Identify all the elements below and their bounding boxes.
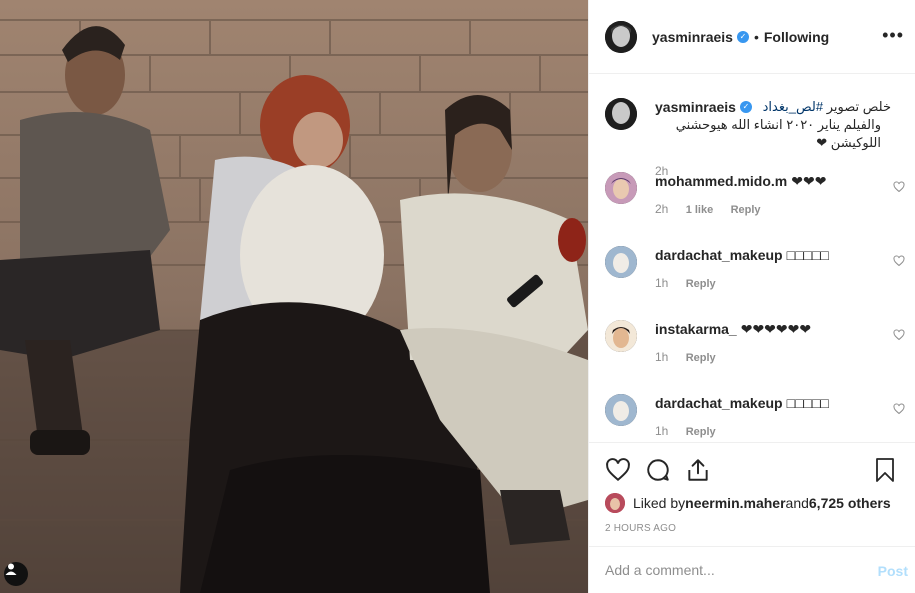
comment-avatar[interactable] <box>605 172 637 204</box>
comment-text: ❤❤❤ <box>791 173 827 189</box>
reply-button[interactable]: Reply <box>686 352 716 364</box>
liker-avatar[interactable] <box>605 493 625 513</box>
caption-line-2: والفيلم يناير ٢٠٢٠ انشاء الله هيوحشني ال… <box>675 117 881 150</box>
caption-body: yasminraeis ✓ خلص تصوير #لص_بغداد والفيل… <box>655 98 891 178</box>
comment-time[interactable]: 2h <box>655 202 668 216</box>
comment-text: □□□□□ <box>786 395 829 411</box>
comment-body: instakarma_ ❤❤❤❤❤❤ 1h Reply <box>655 320 891 364</box>
avatar-image <box>605 320 637 352</box>
comment-avatar[interactable] <box>605 394 637 426</box>
comment-body: dardachat_makeup □□□□□ 1h Reply <box>655 246 891 290</box>
comment-username[interactable]: mohammed.mido.m <box>655 173 787 189</box>
caption-avatar[interactable] <box>605 98 637 130</box>
reply-button[interactable]: Reply <box>731 204 761 216</box>
comment-text: □□□□□ <box>786 247 829 263</box>
avatar-image <box>605 493 625 513</box>
verified-badge-icon: ✓ <box>739 101 752 113</box>
author-username[interactable]: yasminraeis <box>652 29 733 45</box>
verified-badge-icon: ✓ <box>736 30 749 43</box>
author-avatar[interactable] <box>605 20 637 53</box>
reply-button[interactable]: Reply <box>686 278 716 290</box>
caption-username[interactable]: yasminraeis <box>655 98 736 116</box>
person-icon <box>5 563 17 575</box>
post-header: yasminraeis ✓ • Following ••• <box>589 0 915 74</box>
add-comment-bar: Post <box>589 546 915 593</box>
action-icons <box>605 457 905 483</box>
liker-username[interactable]: neermin.maher <box>685 495 785 511</box>
comment-avatar[interactable] <box>605 246 637 278</box>
caption-line-1: خلص تصوير #لص_بغداد <box>762 99 891 114</box>
likes-summary: Liked by neermin.maher and 6,725 others <box>605 493 891 513</box>
like-comment-heart-icon[interactable] <box>893 328 905 344</box>
post-photo-illustration <box>0 0 588 593</box>
likes-middle: and <box>785 495 809 511</box>
avatar-image <box>605 246 637 278</box>
like-comment-heart-icon[interactable] <box>893 180 905 196</box>
comment-meta: 2h 1 like Reply <box>655 202 891 216</box>
avatar-image <box>605 20 637 53</box>
avatar-image <box>605 98 637 130</box>
comment-avatar[interactable] <box>605 320 637 352</box>
comment-input[interactable] <box>605 562 855 578</box>
likes-others-link[interactable]: 6,725 others <box>809 495 891 511</box>
post-actions: Liked by neermin.maher and 6,725 others … <box>589 442 915 546</box>
instagram-post-modal: yasminraeis ✓ • Following ••• yasminraei… <box>0 0 915 593</box>
post-photo[interactable] <box>0 0 588 593</box>
comment-meta: 1h Reply <box>655 350 891 364</box>
post-timestamp[interactable]: 2 HOURS AGO <box>605 523 676 534</box>
post-sidebar: yasminraeis ✓ • Following ••• yasminraei… <box>588 0 915 593</box>
avatar-image <box>605 394 637 426</box>
header-separator: • <box>753 28 759 45</box>
save-bookmark-icon[interactable] <box>873 457 897 486</box>
like-comment-heart-icon[interactable] <box>893 254 905 270</box>
comment-text: ❤❤❤❤❤❤ <box>740 321 812 337</box>
user-tag-icon[interactable] <box>4 562 28 586</box>
comment-time[interactable]: 1h <box>655 424 668 438</box>
comment-time[interactable]: 1h <box>655 350 668 364</box>
following-button[interactable]: Following <box>764 29 829 45</box>
comment-username[interactable]: instakarma_ <box>655 321 737 337</box>
like-comment-heart-icon[interactable] <box>893 402 905 418</box>
comment-bubble-icon[interactable] <box>645 457 671 486</box>
comment-username[interactable]: dardachat_makeup <box>655 395 783 411</box>
comment-likes[interactable]: 1 like <box>686 204 714 216</box>
avatar-image <box>605 172 637 204</box>
share-icon[interactable] <box>685 457 711 486</box>
reply-button[interactable]: Reply <box>686 426 716 438</box>
caption-hashtag[interactable]: #لص_بغداد <box>763 99 823 114</box>
comment-time[interactable]: 1h <box>655 276 668 290</box>
likes-prefix: Liked by <box>633 495 686 511</box>
comments-list[interactable]: yasminraeis ✓ خلص تصوير #لص_بغداد والفيل… <box>589 74 915 442</box>
comment-meta: 1h Reply <box>655 276 891 290</box>
post-comment-button[interactable]: Post <box>878 563 908 579</box>
comment-username[interactable]: dardachat_makeup <box>655 247 783 263</box>
comment-body: dardachat_makeup □□□□□ 1h Reply <box>655 394 891 438</box>
more-options-icon[interactable]: ••• <box>882 26 904 44</box>
comment-meta: 1h Reply <box>655 424 891 438</box>
comment-body: mohammed.mido.m ❤❤❤ 2h 1 like Reply <box>655 172 891 216</box>
like-heart-icon[interactable] <box>605 457 631 486</box>
